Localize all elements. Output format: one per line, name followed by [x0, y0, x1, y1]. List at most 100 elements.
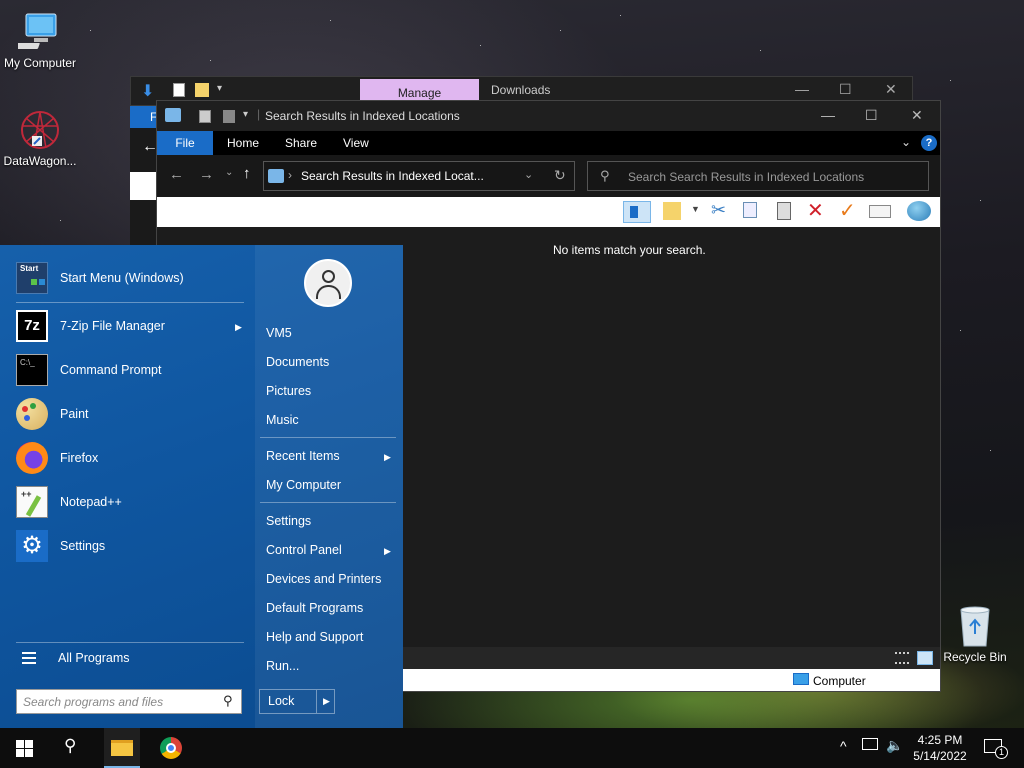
new-folder-icon[interactable]	[223, 110, 235, 123]
customize-toolbar-icon[interactable]: ▾	[217, 83, 222, 94]
settings-gear-icon: ⚙	[16, 530, 48, 562]
place-control-panel[interactable]: Control Panel	[266, 543, 342, 557]
start-search-input[interactable]: Search programs and files ⚲	[16, 689, 242, 714]
program-label: Command Prompt	[60, 363, 162, 377]
new-folder-icon[interactable]	[195, 83, 209, 97]
place-music[interactable]: Music	[266, 413, 299, 427]
copy-icon[interactable]	[743, 202, 757, 218]
program-command-prompt[interactable]: C:\_ Command Prompt	[16, 352, 246, 388]
close-button[interactable]: ✕	[911, 107, 923, 124]
place-devices-printers[interactable]: Devices and Printers	[266, 572, 381, 586]
file-tab[interactable]: F	[130, 106, 158, 128]
program-7zip[interactable]: 7z 7-Zip File Manager	[16, 308, 246, 344]
places-pane: VM5 Documents Pictures Music Recent Item…	[255, 245, 403, 728]
tab-home[interactable]: Home	[213, 131, 273, 155]
minimize-button[interactable]: —	[821, 107, 835, 123]
help-icon[interactable]: ?	[921, 135, 937, 151]
lock-button[interactable]: Lock ▶	[259, 689, 335, 714]
volume-icon[interactable]: 🔈	[886, 737, 903, 754]
place-my-computer[interactable]: My Computer	[266, 478, 341, 492]
title-bar[interactable]: ▾ | Search Results in Indexed Locations …	[157, 101, 940, 131]
customize-toolbar-icon[interactable]: ▾	[243, 109, 248, 120]
start-icon-text: Start	[20, 264, 39, 273]
all-programs-button[interactable]: All Programs	[16, 642, 246, 674]
program-settings[interactable]: ⚙ Settings	[16, 528, 246, 564]
network-icon[interactable]	[862, 738, 878, 750]
start-menu[interactable]: Start Start Menu (Windows) 7z 7-Zip File…	[0, 245, 403, 728]
user-avatar[interactable]	[304, 259, 352, 307]
place-help-support[interactable]: Help and Support	[266, 630, 363, 644]
address-bar[interactable]: › Search Results in Indexed Locat... ⌄ ↻	[263, 161, 575, 191]
7zip-icon: 7z	[16, 310, 48, 342]
paste-icon[interactable]	[777, 202, 791, 220]
clock[interactable]: 4:25 PM 5/14/2022	[906, 732, 974, 764]
back-arrow-icon[interactable]: ←	[169, 166, 184, 183]
cut-icon[interactable]: ✂	[711, 200, 726, 221]
firefox-icon	[16, 442, 48, 474]
desktop-icon-recycle-bin[interactable]: Recycle Bin	[935, 604, 1015, 664]
chrome-icon[interactable]	[160, 737, 182, 759]
refresh-icon[interactable]: ↻	[554, 167, 566, 184]
expand-ribbon-icon[interactable]: ⌄	[901, 135, 911, 149]
minimize-button[interactable]: —	[795, 81, 809, 97]
program-firefox[interactable]: Firefox	[16, 440, 246, 476]
globe-icon[interactable]	[907, 201, 931, 221]
program-paint[interactable]: Paint	[16, 396, 246, 432]
search-folder-icon	[268, 169, 284, 183]
place-documents[interactable]: Documents	[266, 355, 329, 369]
dropdown-icon[interactable]: ▼	[691, 204, 700, 214]
place-user[interactable]: VM5	[266, 326, 292, 340]
empty-message: No items match your search.	[553, 243, 706, 257]
notifications-icon[interactable]: 1	[984, 739, 1008, 759]
window-title: Search Results in Indexed Locations	[265, 109, 460, 123]
properties-icon[interactable]	[173, 83, 185, 97]
rename-check-icon[interactable]: ✓	[839, 198, 856, 223]
time: 4:25 PM	[917, 733, 963, 747]
show-hidden-icons-icon[interactable]: ^	[840, 738, 847, 754]
program-notepadpp[interactable]: ++ Notepad++	[16, 484, 246, 520]
submenu-arrow-icon: ▶	[384, 546, 391, 556]
desktop-icon-my-computer[interactable]: My Computer	[0, 10, 80, 70]
place-run[interactable]: Run...	[266, 659, 299, 673]
place-pictures[interactable]: Pictures	[266, 384, 311, 398]
details-view-icon[interactable]	[895, 652, 909, 664]
quick-access-down-arrow-icon[interactable]: ⬇	[141, 81, 154, 101]
navigation-bar: ← → ⌄ ↑ › Search Results in Indexed Loca…	[157, 155, 940, 197]
all-programs-label: All Programs	[58, 651, 130, 665]
place-settings[interactable]: Settings	[266, 514, 311, 528]
recent-locations-icon[interactable]: ⌄	[225, 167, 233, 178]
place-default-programs[interactable]: Default Programs	[266, 601, 363, 615]
up-arrow-icon[interactable]: ↑	[243, 165, 251, 182]
maximize-button[interactable]: ☐	[865, 107, 878, 124]
maximize-button[interactable]: ☐	[839, 81, 852, 98]
new-folder-icon[interactable]	[663, 202, 681, 220]
address-dropdown-icon[interactable]: ⌄	[524, 168, 533, 181]
close-button[interactable]: ✕	[885, 81, 897, 98]
title-separator: |	[257, 107, 261, 121]
properties-icon[interactable]	[869, 205, 891, 218]
lock-options-arrow-icon[interactable]: ▶	[316, 690, 330, 713]
tab-view[interactable]: View	[329, 131, 383, 155]
search-input[interactable]: ⚲ Search Search Results in Indexed Locat…	[587, 161, 929, 191]
tab-file[interactable]: File	[157, 131, 213, 155]
programs-pane: Start Start Menu (Windows) 7z 7-Zip File…	[0, 245, 255, 728]
tab-share[interactable]: Share	[271, 131, 331, 155]
windows-start-icon[interactable]	[16, 740, 33, 757]
preview-pane-icon[interactable]	[623, 201, 651, 223]
program-start-menu-windows[interactable]: Start Start Menu (Windows)	[16, 260, 246, 296]
desktop-icon-datawagon[interactable]: DataWagon...	[0, 108, 80, 168]
program-label: Paint	[60, 407, 89, 421]
search-icon: ⚲	[223, 693, 233, 708]
forward-arrow-icon[interactable]: →	[199, 166, 214, 183]
large-icons-view-icon[interactable]	[917, 651, 933, 665]
lock-label: Lock	[268, 694, 295, 708]
search-icon[interactable]: ⚲	[64, 736, 76, 756]
search-icon: ⚲	[600, 168, 610, 183]
place-recent-items[interactable]: Recent Items	[266, 449, 340, 463]
properties-icon[interactable]	[199, 110, 211, 123]
program-label: 7-Zip File Manager	[60, 319, 165, 333]
file-explorer-icon[interactable]	[104, 728, 140, 768]
search-folder-icon	[165, 108, 181, 122]
delete-icon[interactable]: ✕	[807, 198, 824, 223]
desktop-icon-label: My Computer	[3, 56, 77, 70]
